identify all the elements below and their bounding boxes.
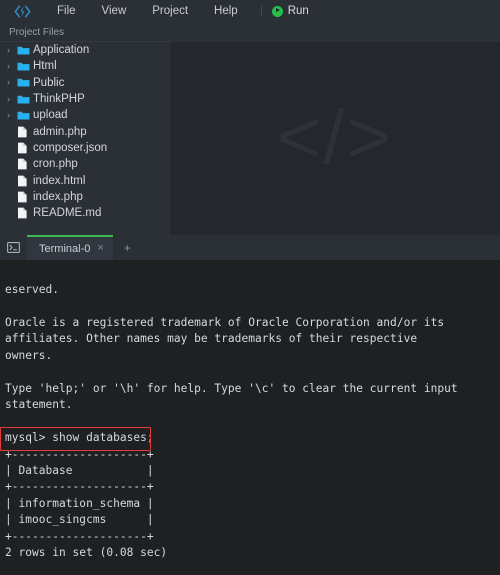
project-files-title: Project Files bbox=[9, 27, 65, 38]
menu-item-project[interactable]: Project bbox=[139, 0, 201, 22]
tree-item-folder[interactable]: › upload bbox=[0, 107, 170, 123]
tree-item-label: Public bbox=[33, 76, 65, 89]
tree-item-label: admin.php bbox=[33, 125, 87, 138]
editor-pane[interactable]: </> bbox=[170, 42, 500, 235]
tree-item-label: Html bbox=[33, 60, 57, 73]
file-icon bbox=[17, 175, 32, 187]
tree-item-file[interactable]: README.md bbox=[0, 205, 170, 221]
tree-item-file[interactable]: composer.json bbox=[0, 140, 170, 156]
app-logo bbox=[0, 4, 44, 18]
terminal-icon[interactable] bbox=[0, 235, 27, 260]
file-icon bbox=[17, 158, 32, 170]
editor-tabbar-empty bbox=[170, 22, 500, 42]
folder-icon bbox=[17, 45, 32, 56]
play-circle-icon bbox=[271, 5, 283, 17]
file-icon bbox=[17, 191, 32, 203]
tree-item-file[interactable]: cron.php bbox=[0, 156, 170, 172]
tree-item-file[interactable]: index.php bbox=[0, 189, 170, 205]
ide-window: File View Project Help Run Project Files… bbox=[0, 0, 500, 575]
close-icon[interactable]: × bbox=[97, 243, 103, 254]
tree-item-label: composer.json bbox=[33, 141, 108, 154]
menu-item-view[interactable]: View bbox=[89, 0, 140, 22]
folder-icon bbox=[17, 61, 32, 72]
folder-icon bbox=[17, 77, 32, 88]
run-button-label: Run bbox=[287, 5, 309, 17]
terminal-tab-label: Terminal-0 bbox=[39, 242, 91, 255]
tree-item-label: index.php bbox=[33, 190, 83, 203]
run-button[interactable]: Run bbox=[268, 5, 309, 17]
menu-bar: File View Project Help Run bbox=[0, 0, 500, 22]
chevron-right-icon[interactable]: › bbox=[7, 78, 17, 87]
terminal-tabbar: Terminal-0 × + bbox=[0, 235, 500, 260]
chevron-right-icon[interactable]: › bbox=[7, 61, 17, 71]
tree-item-folder[interactable]: › Html bbox=[0, 58, 170, 74]
menu-item-file[interactable]: File bbox=[44, 0, 89, 22]
tree-item-label: index.html bbox=[33, 174, 86, 187]
project-files-tree[interactable]: › Application › Html › Public › ThinkPHP… bbox=[0, 42, 170, 235]
menu-item-help[interactable]: Help bbox=[201, 0, 251, 22]
terminal-tab[interactable]: Terminal-0 × bbox=[27, 235, 113, 260]
file-icon bbox=[17, 126, 32, 138]
chevron-right-icon[interactable]: › bbox=[7, 45, 17, 55]
chevron-right-icon[interactable]: › bbox=[7, 110, 17, 120]
tree-item-label: Application bbox=[33, 44, 90, 57]
tree-item-label: README.md bbox=[33, 207, 102, 220]
tree-item-label: cron.php bbox=[33, 158, 78, 171]
terminal-output-text: eserved. Oracle is a registered trademar… bbox=[5, 283, 458, 560]
file-icon bbox=[17, 207, 32, 219]
terminal-output-panel[interactable]: eserved. Oracle is a registered trademar… bbox=[0, 260, 500, 575]
editor-watermark: </> bbox=[277, 95, 393, 180]
tree-item-folder[interactable]: › ThinkPHP bbox=[0, 91, 170, 107]
tree-item-label: ThinkPHP bbox=[33, 93, 85, 106]
add-terminal-button[interactable]: + bbox=[113, 235, 142, 260]
tree-item-file[interactable]: admin.php bbox=[0, 123, 170, 139]
folder-icon bbox=[17, 110, 32, 121]
tree-item-label: upload bbox=[33, 109, 68, 122]
file-icon bbox=[17, 142, 32, 154]
folder-icon bbox=[17, 94, 32, 105]
tree-item-file[interactable]: index.html bbox=[0, 172, 170, 188]
tree-item-folder[interactable]: › Public bbox=[0, 75, 170, 91]
project-files-header: Project Files bbox=[0, 22, 170, 42]
bolt-logo-icon bbox=[14, 4, 30, 18]
tree-item-folder[interactable]: › Application bbox=[0, 42, 170, 58]
chevron-right-icon[interactable]: › bbox=[7, 94, 17, 104]
menu-divider bbox=[260, 5, 262, 17]
